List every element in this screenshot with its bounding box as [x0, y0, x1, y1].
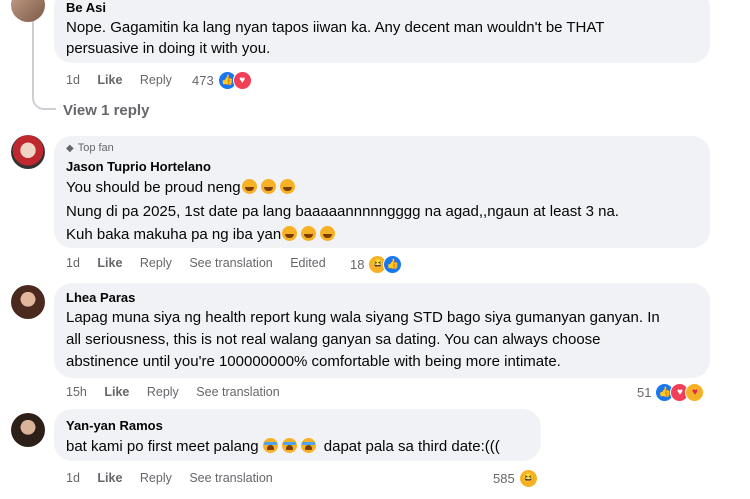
reaction-summary[interactable]: 18 😆 👍 [350, 255, 403, 274]
avatar[interactable] [11, 413, 45, 447]
comment-author[interactable]: Be Asi [66, 0, 106, 15]
like-button[interactable]: Like [97, 73, 122, 87]
comment-actions: 15h Like Reply See translation [66, 385, 280, 399]
like-button[interactable]: Like [97, 471, 122, 485]
see-translation-link[interactable]: See translation [189, 471, 272, 485]
comment-actions: 1d Like Reply See translation Edited [66, 256, 326, 270]
comment-text: bat kami po first meet palang dapat pala… [66, 438, 500, 455]
comment-time[interactable]: 1d [66, 256, 80, 270]
diamond-icon: ◆ [66, 142, 74, 154]
comment-time[interactable]: 1d [66, 73, 80, 87]
avatar[interactable] [11, 285, 45, 319]
see-translation-link[interactable]: See translation [196, 385, 279, 399]
reaction-summary[interactable]: 585 😆 [493, 469, 538, 488]
crying-emoji-icon [281, 438, 297, 453]
grin-emoji-icon [241, 179, 257, 194]
grin-emoji-icon [282, 226, 298, 241]
reply-button[interactable]: Reply [140, 471, 172, 485]
comment-actions: 1d Like Reply See translation [66, 471, 273, 485]
comment-time[interactable]: 15h [66, 385, 87, 399]
haha-icon: 😆 [518, 469, 538, 488]
care-icon: ♥ [685, 383, 705, 402]
reaction-count: 585 [493, 471, 515, 486]
comment-text: Lapag muna siya ng health report kung wa… [66, 309, 660, 326]
crying-emoji-icon [300, 438, 316, 453]
reply-button[interactable]: Reply [147, 385, 179, 399]
comment-text: Nung di pa 2025, 1st date pa lang baaaaa… [66, 203, 619, 220]
comment-text: Nope. Gagamitin ka lang nyan tapos iiwan… [66, 19, 605, 36]
grin-emoji-icon [279, 179, 295, 194]
avatar[interactable] [11, 0, 45, 22]
like-icon: 👍 [383, 255, 403, 274]
grin-emoji-icon [320, 226, 336, 241]
top-fan-badge: ◆ Top fan [66, 142, 114, 154]
heart-icon: ♥ [232, 71, 252, 90]
crying-emoji-icon [262, 438, 278, 453]
comment-text: You should be proud neng [66, 177, 295, 198]
comment-text: abstinence until you're 100000000% comfo… [66, 353, 561, 370]
view-replies-link[interactable]: View 1 reply [63, 102, 149, 119]
comment-time[interactable]: 1d [66, 471, 80, 485]
comment-actions: 1d Like Reply [66, 73, 172, 87]
comment-text: Kuh baka makuha pa ng iba yan [66, 224, 336, 245]
edited-label[interactable]: Edited [290, 256, 325, 270]
comment-text: persuasive in doing it with you. [66, 40, 271, 57]
comment-author[interactable]: Jason Tuprio Hortelano [66, 159, 211, 174]
like-button[interactable]: Like [104, 385, 129, 399]
comment-author[interactable]: Lhea Paras [66, 290, 135, 305]
grin-emoji-icon [301, 226, 317, 241]
reaction-count: 51 [637, 385, 652, 400]
reply-button[interactable]: Reply [140, 73, 172, 87]
avatar[interactable] [11, 135, 45, 169]
thread-line-curve [32, 86, 56, 110]
reply-button[interactable]: Reply [140, 256, 172, 270]
comment-author[interactable]: Yan-yan Ramos [66, 418, 163, 433]
reaction-count: 473 [192, 73, 214, 88]
reaction-summary[interactable]: 51 👍 ♥ ♥ [637, 383, 705, 402]
reaction-summary[interactable]: 473 👍 ♥ [192, 71, 252, 90]
reaction-count: 18 [350, 257, 365, 272]
see-translation-link[interactable]: See translation [189, 256, 272, 270]
like-button[interactable]: Like [97, 256, 122, 270]
grin-emoji-icon [260, 179, 276, 194]
comment-text: all seriousness, this is not real walang… [66, 331, 601, 348]
